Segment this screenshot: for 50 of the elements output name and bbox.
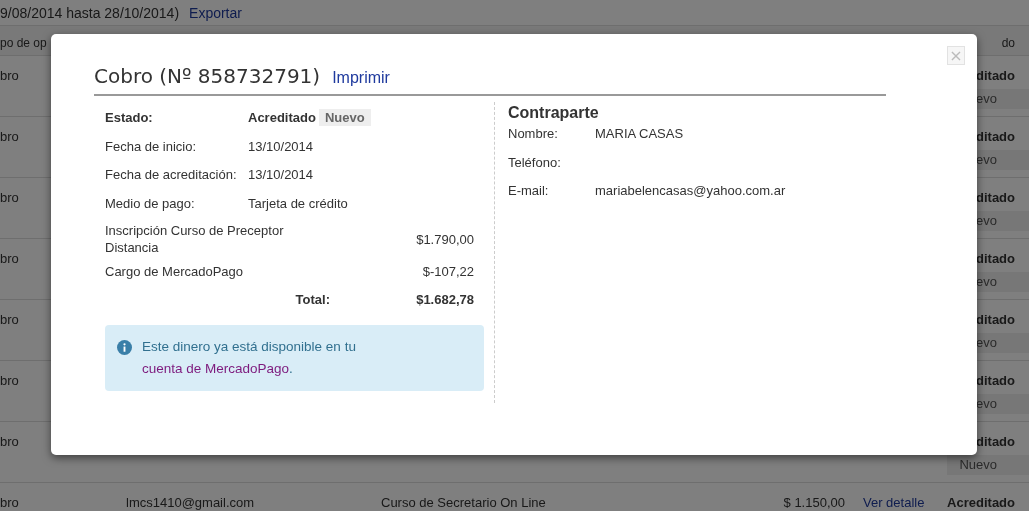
item-description: Cargo de MercadoPago	[105, 263, 245, 280]
field-value: MARIA CASAS	[595, 126, 684, 143]
status-text: Acreditado	[947, 494, 1016, 511]
item-description: Inscripción Curso de Preceptor Distancia	[105, 222, 285, 256]
column-header: po de op	[0, 36, 47, 50]
dialog-title: Cobro (Nº 858732791)	[94, 64, 321, 88]
section-heading: Contraparte	[508, 104, 600, 122]
table-cell: bro	[0, 373, 19, 388]
status-badge: Nuevo	[947, 455, 1029, 475]
field-label: Fecha de inicio:	[105, 138, 198, 154]
status-text: ditado	[975, 189, 1016, 207]
table-cell: lmcs1410@gmail.com	[126, 495, 255, 510]
field-label: Nombre:	[508, 126, 559, 143]
field-label: Medio de pago:	[105, 195, 196, 211]
print-link[interactable]: Imprimir	[332, 69, 390, 87]
field-value: Acreditado	[248, 110, 316, 125]
field-value: mariabelencasas@yahoo.com.ar	[595, 183, 786, 200]
status-text: ditado	[975, 128, 1016, 146]
field-label: Estado:	[105, 110, 154, 125]
detail-link[interactable]: Ver detalle	[863, 495, 925, 510]
status-badge: Nuevo	[318, 109, 371, 126]
table-cell: bro	[0, 434, 19, 449]
field-value: Tarjeta de crédito	[248, 195, 348, 211]
status-text: ditado	[975, 433, 1016, 451]
table-cell: Curso de Secretario On Line	[381, 495, 546, 510]
field-value: 13/10/2014	[248, 138, 314, 154]
column-header: do	[1001, 36, 1015, 50]
item-amount: $-107,22	[422, 263, 474, 280]
table-cell: $ 1.150,00	[783, 495, 845, 510]
item-amount: $1.790,00	[416, 230, 474, 248]
table-cell: bro	[0, 129, 19, 144]
field-label: E-mail:	[508, 183, 550, 200]
table-cell: bro	[0, 190, 19, 205]
table-cell: bro	[0, 495, 19, 510]
field-value: 13/10/2014	[248, 167, 314, 182]
field-label: Fecha de acreditación:	[105, 167, 238, 182]
table-cell: bro	[0, 251, 19, 266]
total-amount: $1.682,78	[415, 292, 474, 307]
total-label: Total:	[294, 292, 330, 307]
status-text: ditado	[975, 311, 1016, 329]
table-cell: bro	[0, 68, 19, 83]
date-range-text: 9/08/2014 hasta 28/10/2014)	[0, 4, 180, 21]
status-text: ditado	[975, 372, 1016, 390]
export-link[interactable]: Exportar	[189, 4, 242, 21]
status-text: ditado	[975, 250, 1016, 268]
field-label: Teléfono:	[508, 154, 562, 172]
table-cell: bro	[0, 312, 19, 327]
status-text: ditado	[975, 67, 1016, 85]
alert-message: Este dinero ya está disponible en tu cuenta de MercadoPago.	[142, 338, 357, 378]
info-icon	[117, 340, 132, 355]
